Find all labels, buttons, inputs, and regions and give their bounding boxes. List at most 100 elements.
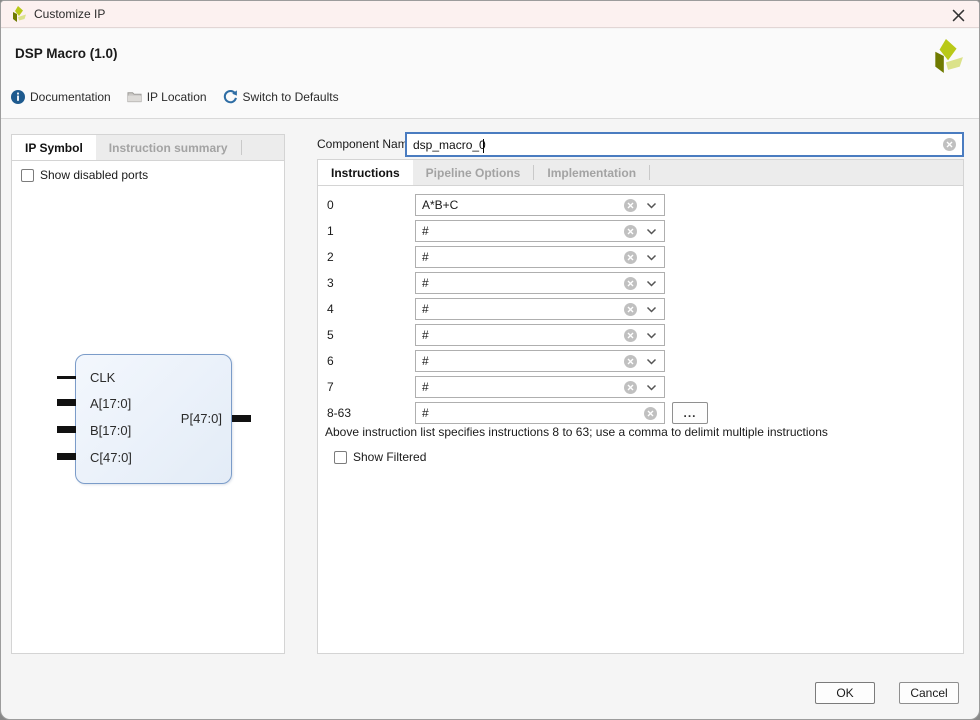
folder-icon xyxy=(127,90,142,103)
component-name-label: Component Name xyxy=(317,137,414,151)
chevron-down-icon xyxy=(646,278,657,289)
clk-port-stub xyxy=(57,376,76,379)
a-port-stub xyxy=(57,399,76,406)
tab-ip-symbol[interactable]: IP Symbol xyxy=(12,135,96,160)
close-icon xyxy=(952,9,965,22)
clear-icon[interactable] xyxy=(624,355,637,368)
clear-icon[interactable] xyxy=(644,407,657,420)
tab-separator xyxy=(241,140,242,155)
tab-instruction-summary[interactable]: Instruction summary xyxy=(96,135,241,160)
chevron-down-icon xyxy=(646,200,657,211)
tab-instructions[interactable]: Instructions xyxy=(318,160,413,185)
chevron-down-icon xyxy=(646,304,657,315)
clear-icon[interactable] xyxy=(943,138,956,151)
options-panel: Instructions Pipeline Options Implementa… xyxy=(317,159,964,654)
ip-title: DSP Macro (1.0) xyxy=(15,46,118,61)
info-icon xyxy=(11,90,25,104)
tab-pipeline-options-label: Pipeline Options xyxy=(426,166,521,180)
instruction-row-1: 1 # xyxy=(318,220,963,242)
instruction-row-7: 7 # xyxy=(318,376,963,398)
instruction-combobox-4[interactable]: # xyxy=(415,298,665,320)
tab-instructions-label: Instructions xyxy=(331,166,400,180)
instruction-note: Above instruction list specifies instruc… xyxy=(325,425,828,439)
show-filtered-label: Show Filtered xyxy=(353,450,426,464)
show-disabled-ports-label: Show disabled ports xyxy=(40,168,148,182)
clear-icon[interactable] xyxy=(624,251,637,264)
combobox-value: # xyxy=(422,302,615,316)
row-index: 0 xyxy=(327,198,334,212)
toolbar: Documentation IP Location Switch to Defa… xyxy=(11,89,339,104)
close-button[interactable] xyxy=(949,6,967,24)
component-name-field xyxy=(405,132,964,157)
port-clk-label: CLK xyxy=(90,370,115,385)
clear-icon[interactable] xyxy=(624,225,637,238)
combobox-value: # xyxy=(422,276,615,290)
ok-button[interactable]: OK xyxy=(815,682,875,704)
combobox-value: # xyxy=(422,250,615,264)
chevron-down-icon xyxy=(646,356,657,367)
title-bar: Customize IP xyxy=(1,1,979,28)
combobox-value: # xyxy=(422,224,615,238)
instruction-row-0: 0 A*B+C xyxy=(318,194,963,216)
switch-to-defaults-link[interactable]: Switch to Defaults xyxy=(223,89,339,104)
row-index: 4 xyxy=(327,302,334,316)
port-b-label: B[17:0] xyxy=(90,423,131,438)
options-tabbar: Instructions Pipeline Options Implementa… xyxy=(318,160,963,186)
documentation-link[interactable]: Documentation xyxy=(11,90,111,104)
p-port-stub xyxy=(232,415,251,422)
tab-separator xyxy=(649,165,650,180)
row-index: 2 xyxy=(327,250,334,264)
row-index: 8-63 xyxy=(327,406,351,420)
bulk-instruction-value: # xyxy=(422,406,635,420)
more-button[interactable]: ... xyxy=(672,402,708,424)
row-index: 1 xyxy=(327,224,334,238)
bulk-instruction-field[interactable]: # xyxy=(415,402,665,424)
clear-icon[interactable] xyxy=(624,303,637,316)
instruction-combobox-0[interactable]: A*B+C xyxy=(415,194,665,216)
instruction-row-4: 4 # xyxy=(318,298,963,320)
tab-implementation[interactable]: Implementation xyxy=(534,160,649,185)
clear-icon[interactable] xyxy=(624,381,637,394)
clear-icon[interactable] xyxy=(624,199,637,212)
instruction-combobox-5[interactable]: # xyxy=(415,324,665,346)
customize-ip-dialog: Customize IP DSP Macro (1.0) Documentati… xyxy=(0,0,980,720)
tab-ip-symbol-label: IP Symbol xyxy=(25,141,83,155)
cancel-button[interactable]: Cancel xyxy=(899,682,959,704)
instruction-combobox-7[interactable]: # xyxy=(415,376,665,398)
component-name-input[interactable] xyxy=(413,138,943,152)
refresh-icon xyxy=(223,89,238,104)
row-index: 7 xyxy=(327,380,334,394)
row-index: 3 xyxy=(327,276,334,290)
port-c-label: C[47:0] xyxy=(90,450,132,465)
ip-location-link[interactable]: IP Location xyxy=(127,90,207,104)
combobox-value: # xyxy=(422,380,615,394)
dialog-title: Customize IP xyxy=(34,7,105,21)
instruction-row-6: 6 # xyxy=(318,350,963,372)
combobox-value: # xyxy=(422,354,615,368)
row-index: 6 xyxy=(327,354,334,368)
instruction-combobox-1[interactable]: # xyxy=(415,220,665,242)
instruction-combobox-3[interactable]: # xyxy=(415,272,665,294)
clear-icon[interactable] xyxy=(624,329,637,342)
switch-to-defaults-label: Switch to Defaults xyxy=(243,90,339,104)
tab-instruction-summary-label: Instruction summary xyxy=(109,141,228,155)
instruction-row-2: 2 # xyxy=(318,246,963,268)
instruction-combobox-2[interactable]: # xyxy=(415,246,665,268)
dialog-header: DSP Macro (1.0) Documentation IP Loc xyxy=(1,29,979,119)
c-port-stub xyxy=(57,453,76,460)
show-filtered-checkbox[interactable] xyxy=(334,451,347,464)
tab-implementation-label: Implementation xyxy=(547,166,636,180)
combobox-value: # xyxy=(422,328,615,342)
combobox-value: A*B+C xyxy=(422,198,615,212)
xilinx-logo-icon xyxy=(11,6,26,22)
row-index: 5 xyxy=(327,328,334,342)
chevron-down-icon xyxy=(646,382,657,393)
tab-pipeline-options[interactable]: Pipeline Options xyxy=(413,160,534,185)
documentation-label: Documentation xyxy=(30,90,111,104)
port-a-label: A[17:0] xyxy=(90,396,131,411)
instruction-row-8-63: 8-63 # ... xyxy=(318,402,963,424)
show-disabled-ports-checkbox[interactable] xyxy=(21,169,34,182)
instruction-combobox-6[interactable]: # xyxy=(415,350,665,372)
symbol-panel-tabbar: IP Symbol Instruction summary xyxy=(12,135,284,161)
clear-icon[interactable] xyxy=(624,277,637,290)
